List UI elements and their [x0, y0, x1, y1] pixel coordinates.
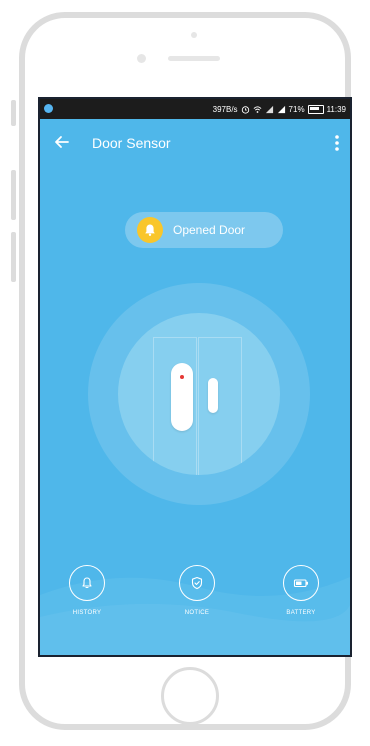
door-right-panel — [198, 337, 242, 475]
page-title: Door Sensor — [92, 135, 171, 151]
bottom-nav: HISTORY NOTICE BATTERY — [40, 565, 350, 635]
volume-up-button — [11, 170, 16, 220]
volume-down-button — [11, 232, 16, 282]
mute-switch — [11, 100, 16, 126]
sensor-led — [180, 375, 184, 379]
shield-icon[interactable] — [179, 565, 215, 601]
app-notification-icon — [44, 104, 53, 113]
arrow-left-icon[interactable] — [52, 132, 72, 152]
signal-icon-1 — [265, 105, 273, 113]
status-bar: 397B/s 71% 11:39 — [40, 99, 350, 119]
nav-notice-label: NOTICE — [184, 610, 210, 616]
front-camera — [191, 32, 197, 38]
alarm-icon — [241, 105, 249, 114]
nav-history[interactable]: HISTORY — [52, 565, 122, 616]
door-sensor-magnet — [208, 378, 218, 413]
app-bar: Door Sensor — [40, 119, 350, 167]
wifi-icon — [253, 105, 261, 113]
nav-battery-label: BATTERY — [286, 610, 316, 616]
status-battery-icon — [307, 104, 324, 114]
nav-notice[interactable]: NOTICE — [162, 565, 232, 616]
door-status-label: Opened Door — [173, 223, 246, 237]
battery-percent: 71% — [288, 104, 305, 114]
battery-icon[interactable] — [283, 565, 319, 601]
app-screen: 397B/s 71% 11:39 Door Sensor Opened Door… — [38, 97, 352, 657]
bell-icon — [137, 217, 163, 243]
door-status-badge: Opened Door — [125, 212, 283, 248]
signal-icon-2 — [277, 105, 285, 113]
clock-time: 11:39 — [326, 104, 346, 114]
home-button[interactable] — [161, 667, 219, 725]
nav-history-label: HISTORY — [72, 610, 102, 616]
nav-battery[interactable]: BATTERY — [266, 565, 336, 616]
more-vert-icon[interactable] — [332, 133, 342, 153]
status-indicators: 397B/s 71% 11:39 — [213, 99, 346, 119]
proximity-sensor — [137, 54, 146, 63]
network-speed: 397B/s — [212, 104, 238, 114]
bell-icon[interactable] — [69, 565, 105, 601]
earpiece-speaker — [168, 56, 220, 61]
door-sensor-body — [171, 363, 193, 431]
sensor-halo-inner — [118, 313, 280, 475]
